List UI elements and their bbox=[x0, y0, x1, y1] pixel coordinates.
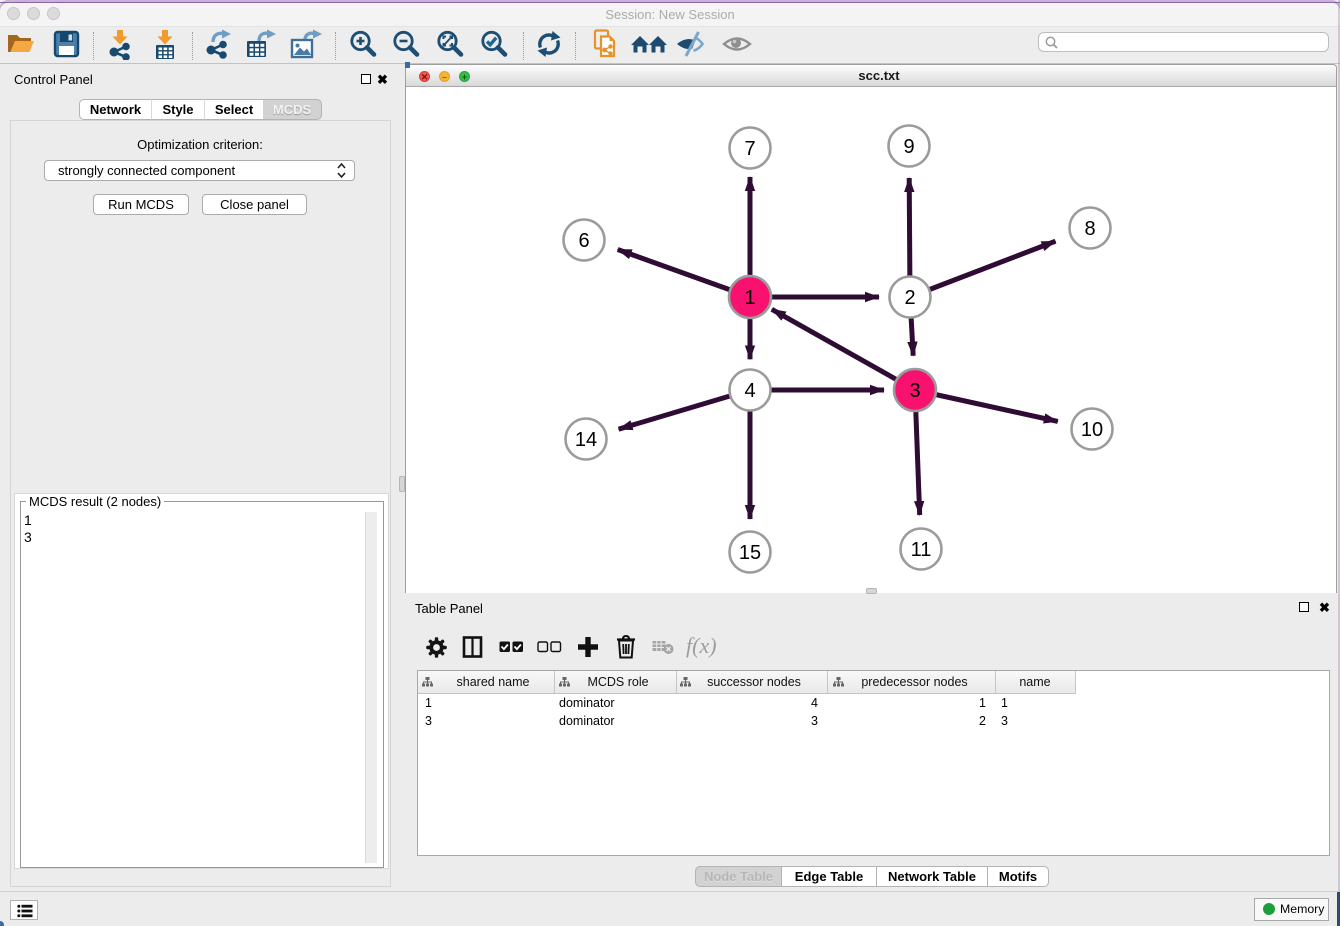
svg-text:14: 14 bbox=[575, 429, 597, 451]
svg-text:7: 7 bbox=[744, 138, 755, 160]
svg-text:1: 1 bbox=[744, 287, 755, 309]
svg-text:3: 3 bbox=[909, 380, 920, 402]
svg-text:8: 8 bbox=[1084, 218, 1095, 240]
svg-text:6: 6 bbox=[578, 230, 589, 252]
svg-text:4: 4 bbox=[744, 380, 755, 402]
svg-text:9: 9 bbox=[903, 136, 914, 158]
svg-text:10: 10 bbox=[1081, 419, 1103, 441]
svg-text:11: 11 bbox=[911, 539, 932, 561]
svg-text:2: 2 bbox=[904, 287, 915, 309]
svg-text:15: 15 bbox=[739, 542, 761, 564]
